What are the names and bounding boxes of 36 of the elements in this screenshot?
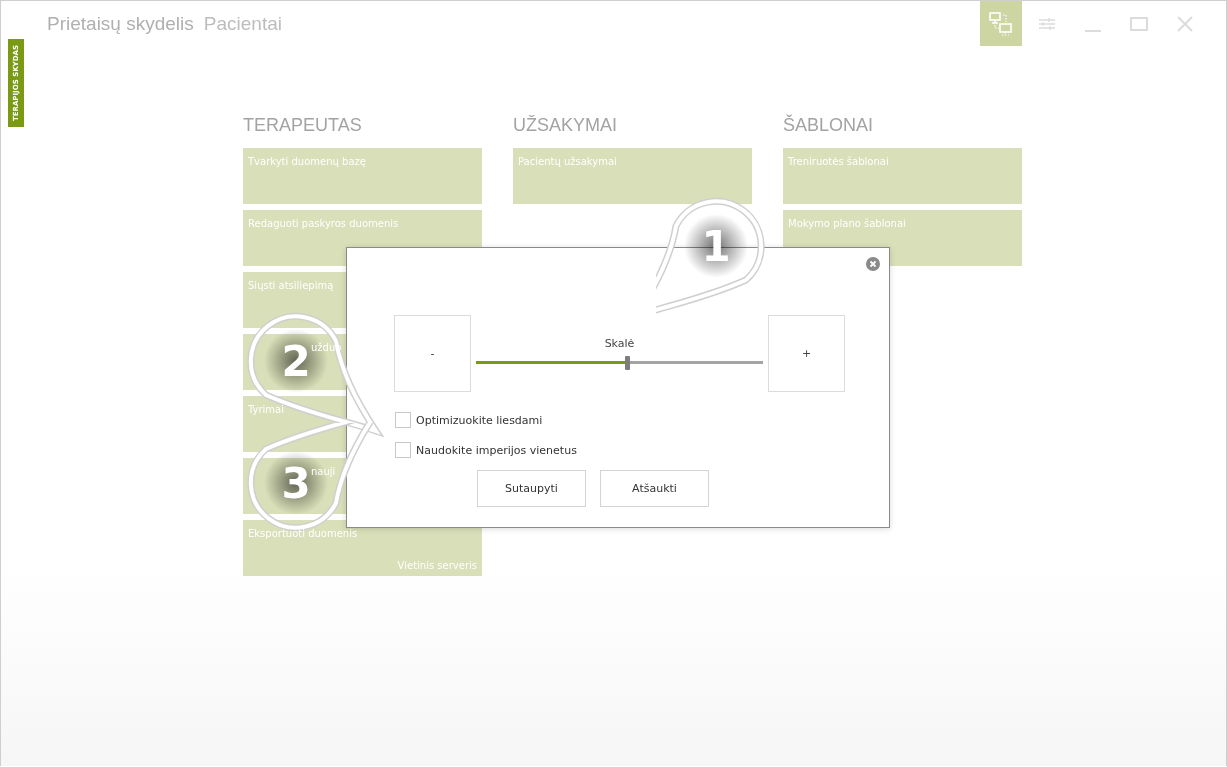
option-label: Optimizuokite liesdami (416, 413, 543, 427)
checkbox[interactable] (395, 442, 411, 458)
sliders-icon (1038, 17, 1056, 30)
tile-label: Pacientų užsakymai (518, 156, 617, 167)
menu-tile[interactable]: Treniruotės šablonai (783, 148, 1022, 204)
dialog-button[interactable]: Sutaupyti (477, 470, 586, 507)
window-title: Prietaisų skydelis (47, 13, 194, 35)
patients-link[interactable]: Pacientai (203, 13, 282, 35)
tile-label: nauji (311, 466, 336, 477)
option-label: Naudokite imperijos vienetus (416, 443, 577, 457)
tile-label: Siųsti atsiliepimą (248, 280, 334, 291)
dialog-button[interactable]: Atšaukti (600, 470, 709, 507)
section-heading: ŠABLONAI (783, 115, 875, 137)
section-heading: UŽSAKYMAI (513, 115, 619, 137)
tile-label: Eksportuoti duomenis (248, 528, 358, 539)
tile-footer: Vietinis serveris (397, 560, 477, 571)
slider-label: Skalė (604, 337, 635, 350)
menu-tile[interactable]: Pacientų užsakymai (513, 148, 752, 204)
close-icon[interactable] (866, 257, 880, 271)
menu-tile[interactable]: Tvarkyti duomenų bazę (243, 148, 482, 204)
minimize-icon (1084, 29, 1102, 32)
scale-slider[interactable] (476, 356, 763, 370)
section-heading: TERAPEUTAS (243, 115, 363, 137)
tile-label: Treniruotės šablonai (788, 156, 889, 167)
increase-button[interactable]: + (768, 315, 845, 392)
checkbox[interactable] (395, 412, 411, 428)
tile-label: Tyrimai (248, 404, 284, 415)
close-icon (1177, 15, 1193, 32)
tile-label: Mokymo plano šablonai (788, 218, 906, 229)
decrease-button[interactable]: - (394, 315, 471, 392)
slider-thumb[interactable] (625, 356, 631, 370)
network-icon (989, 11, 1013, 36)
maximize-icon (1130, 16, 1148, 31)
tile-label: Redaguoti paskyros duomenis (248, 218, 399, 229)
tile-label: Tvarkyti duomenų bazę (248, 156, 366, 167)
network-button[interactable] (980, 1, 1022, 46)
